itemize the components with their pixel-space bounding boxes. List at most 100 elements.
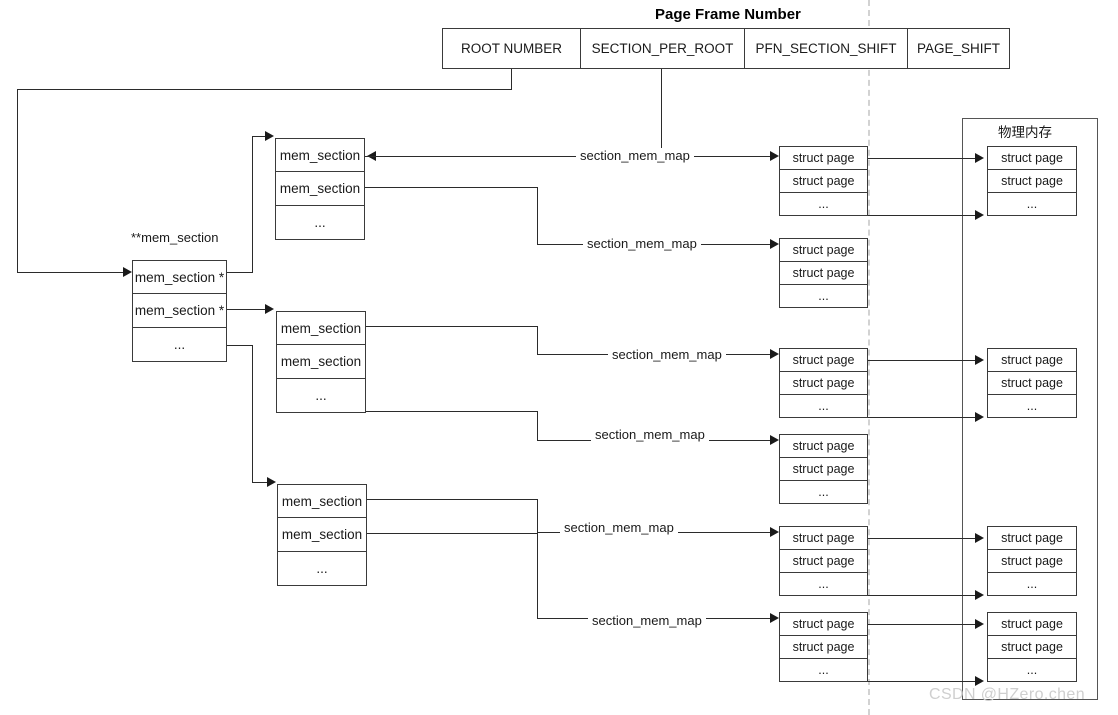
edge-smm-3b xyxy=(537,326,538,354)
arrowhead-page-group-1 xyxy=(770,151,779,161)
pfn-field-section-per-root[interactable]: SECTION_PER_ROOT xyxy=(581,29,745,68)
edge-root-number-down2 xyxy=(17,89,18,272)
page-g2-row-2[interactable]: ... xyxy=(780,285,867,307)
edge-smm-1 xyxy=(365,156,770,157)
diagram-canvas: Page Frame Number ROOT NUMBER SECTION_PE… xyxy=(0,0,1118,715)
edge-label-smm-6: section_mem_map xyxy=(588,613,706,628)
mem-section-g2-row-0[interactable]: mem_section xyxy=(277,312,365,346)
page-g1-row-2[interactable]: ... xyxy=(780,193,867,215)
edge-root-number-to-array xyxy=(17,272,123,273)
edge-label-smm-3: section_mem_map xyxy=(608,347,726,362)
watermark: CSDN @HZero.chen xyxy=(929,686,1086,703)
arrowhead-page-group-2 xyxy=(770,239,779,249)
mem-section-g1-row-0[interactable]: mem_section xyxy=(276,139,364,173)
edge-root1-to-group2 xyxy=(227,309,265,310)
phys-g2-row-1[interactable]: struct page xyxy=(988,372,1076,395)
arrowhead-phys-1-bot xyxy=(975,210,984,220)
phys-g3-row-0[interactable]: struct page xyxy=(988,527,1076,550)
arrowhead-phys-5-top xyxy=(975,533,984,543)
root-array-row-2[interactable]: ... xyxy=(133,327,226,361)
mem-section-g2-row-2[interactable]: ... xyxy=(277,378,365,412)
page-g3-row-2[interactable]: ... xyxy=(780,395,867,417)
page-g6-row-1[interactable]: struct page xyxy=(780,636,867,659)
phys-page-group-2: struct page struct page ... xyxy=(987,348,1077,418)
edge-smm-6b xyxy=(537,533,538,618)
page-g4-row-0[interactable]: struct page xyxy=(780,435,867,458)
mem-section-group-1: mem_section mem_section ... xyxy=(275,138,365,240)
phys-g2-row-0[interactable]: struct page xyxy=(988,349,1076,372)
edge-smm-6a xyxy=(367,533,537,534)
page-g6-row-0[interactable]: struct page xyxy=(780,613,867,636)
page-group-5: struct page struct page ... xyxy=(779,526,868,596)
page-g2-row-0[interactable]: struct page xyxy=(780,239,867,262)
edge-phys-3-top xyxy=(868,360,978,361)
phys-g4-row-0[interactable]: struct page xyxy=(988,613,1076,636)
page-g5-row-1[interactable]: struct page xyxy=(780,550,867,573)
edge-root0-right xyxy=(227,272,252,273)
arrowhead-page-group-3 xyxy=(770,349,779,359)
pfn-field-root-number[interactable]: ROOT NUMBER xyxy=(443,29,581,68)
edge-label-smm-4: section_mem_map xyxy=(591,427,709,442)
edge-root-number-down xyxy=(511,69,512,89)
arrowhead-phys-6-bot xyxy=(975,676,984,686)
edge-smm-5b xyxy=(537,499,538,532)
page-g2-row-1[interactable]: struct page xyxy=(780,262,867,285)
phys-g4-row-1[interactable]: struct page xyxy=(988,636,1076,659)
phys-g3-row-2[interactable]: ... xyxy=(988,573,1076,595)
edge-section-per-root-down xyxy=(661,69,662,156)
arrowhead-phys-1-top xyxy=(975,153,984,163)
edge-root2-to-group3 xyxy=(252,482,267,483)
mem-section-g3-row-2[interactable]: ... xyxy=(278,551,366,585)
page-g3-row-1[interactable]: struct page xyxy=(780,372,867,395)
root-mem-section-array: mem_section * mem_section * ... xyxy=(132,260,227,362)
page-group-3: struct page struct page ... xyxy=(779,348,868,418)
edge-smm-3a xyxy=(366,326,537,327)
mem-section-g3-row-0[interactable]: mem_section xyxy=(278,485,366,519)
phys-g4-row-2[interactable]: ... xyxy=(988,659,1076,681)
arrowhead-group3 xyxy=(267,477,276,487)
arrowhead-page-group-4 xyxy=(770,435,779,445)
phys-g1-row-1[interactable]: struct page xyxy=(988,170,1076,193)
page-title: Page Frame Number xyxy=(655,6,801,23)
dashed-guide-line xyxy=(868,0,870,715)
phys-g1-row-2[interactable]: ... xyxy=(988,193,1076,215)
edge-phys-5-bot xyxy=(868,595,978,596)
edge-phys-6-top xyxy=(868,624,978,625)
edge-root2-right xyxy=(227,345,252,346)
phys-g2-row-2[interactable]: ... xyxy=(988,395,1076,417)
page-g3-row-0[interactable]: struct page xyxy=(780,349,867,372)
edge-phys-5-top xyxy=(868,538,978,539)
edge-smm-2a xyxy=(365,187,537,188)
phys-g3-row-1[interactable]: struct page xyxy=(988,550,1076,573)
edge-label-smm-5: section_mem_map xyxy=(560,520,678,535)
mem-section-group-3: mem_section mem_section ... xyxy=(277,484,367,586)
pfn-field-table: ROOT NUMBER SECTION_PER_ROOT PFN_SECTION… xyxy=(442,28,1010,69)
root-array-row-1[interactable]: mem_section * xyxy=(133,294,226,328)
page-g4-row-1[interactable]: struct page xyxy=(780,458,867,481)
page-group-6: struct page struct page ... xyxy=(779,612,868,682)
phys-g1-row-0[interactable]: struct page xyxy=(988,147,1076,170)
page-g1-row-0[interactable]: struct page xyxy=(780,147,867,170)
page-g1-row-1[interactable]: struct page xyxy=(780,170,867,193)
mem-section-g1-row-2[interactable]: ... xyxy=(276,205,364,239)
edge-root2-down xyxy=(252,345,253,482)
pfn-field-pfn-section-shift[interactable]: PFN_SECTION_SHIFT xyxy=(745,29,908,68)
pfn-field-page-shift[interactable]: PAGE_SHIFT xyxy=(908,29,1009,68)
edge-phys-1-top xyxy=(868,158,978,159)
mem-section-g3-row-1[interactable]: mem_section xyxy=(278,518,366,552)
arrowhead-page-group-5 xyxy=(770,527,779,537)
mem-section-g2-row-1[interactable]: mem_section xyxy=(277,345,365,379)
mem-section-g1-row-1[interactable]: mem_section xyxy=(276,172,364,206)
page-group-2: struct page struct page ... xyxy=(779,238,868,308)
page-group-4: struct page struct page ... xyxy=(779,434,868,504)
mem-section-group-2: mem_section mem_section ... xyxy=(276,311,366,413)
edge-label-smm-2: section_mem_map xyxy=(583,236,701,251)
arrowhead-group1 xyxy=(265,131,274,141)
arrowhead-page-group-6 xyxy=(770,613,779,623)
page-g5-row-0[interactable]: struct page xyxy=(780,527,867,550)
root-array-row-0[interactable]: mem_section * xyxy=(133,261,226,295)
page-g4-row-2[interactable]: ... xyxy=(780,481,867,503)
page-g5-row-2[interactable]: ... xyxy=(780,573,867,595)
page-g6-row-2[interactable]: ... xyxy=(780,659,867,681)
arrowhead-phys-6-top xyxy=(975,619,984,629)
